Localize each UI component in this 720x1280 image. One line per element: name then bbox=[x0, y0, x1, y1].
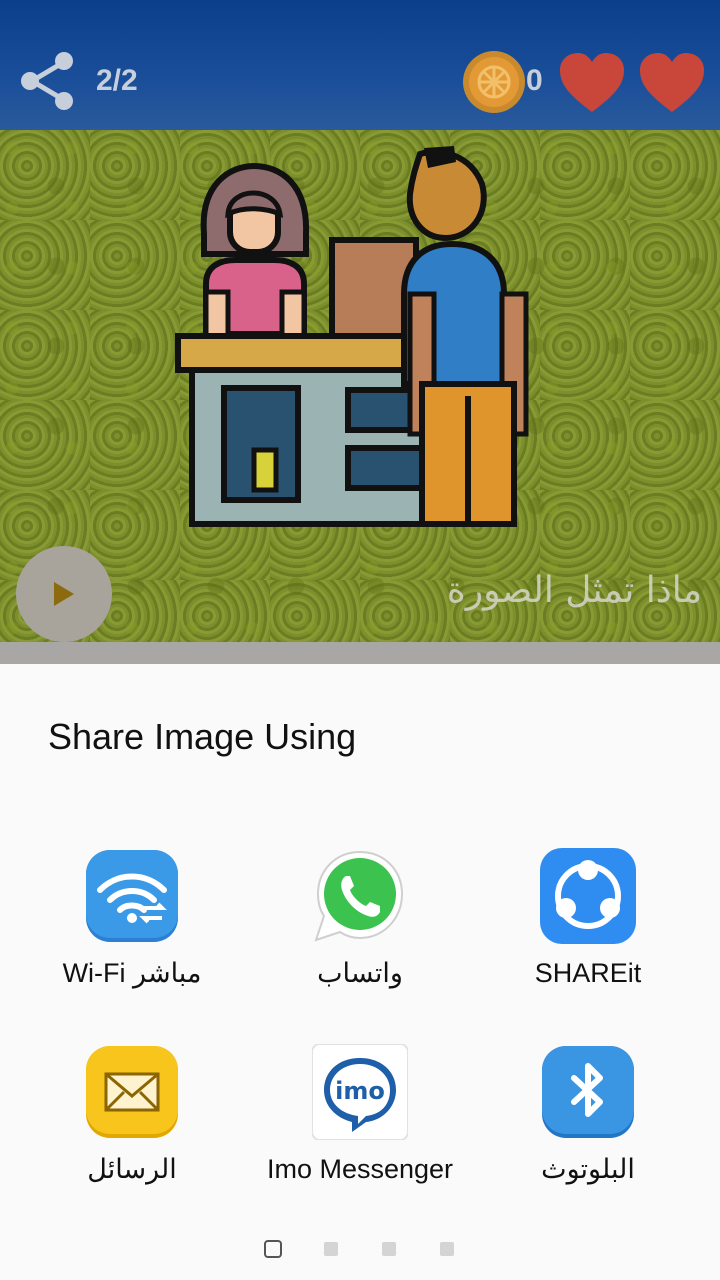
pager-dot[interactable] bbox=[440, 1242, 454, 1256]
heart-icon bbox=[558, 52, 626, 114]
share-app-imo[interactable]: imo Imo Messenger bbox=[240, 1043, 480, 1224]
top-bar: 2/2 0 bbox=[0, 0, 720, 130]
page-counter: 2/2 bbox=[96, 64, 138, 97]
image-caption: ماذا تمثل الصورة bbox=[446, 570, 702, 611]
share-app-label: واتساب bbox=[317, 958, 403, 988]
reception-illustration bbox=[175, 146, 529, 527]
pager-dot-active[interactable] bbox=[264, 1240, 282, 1258]
bluetooth-icon bbox=[540, 1044, 636, 1140]
whatsapp-icon bbox=[312, 848, 408, 944]
pager-dot[interactable] bbox=[324, 1242, 338, 1256]
share-app-label: Imo Messenger bbox=[266, 1154, 454, 1184]
share-icon[interactable] bbox=[18, 50, 78, 112]
heart-icon bbox=[638, 52, 706, 114]
imo-icon: imo bbox=[311, 1043, 409, 1141]
share-app-label: الرسائل bbox=[87, 1154, 177, 1184]
pager-indicator bbox=[0, 1240, 720, 1262]
messages-icon bbox=[84, 1044, 180, 1140]
share-app-label: البلوتوث bbox=[541, 1154, 635, 1184]
share-app-messages[interactable]: الرسائل bbox=[12, 1044, 252, 1224]
coin-icon bbox=[462, 50, 526, 114]
divider bbox=[0, 642, 720, 664]
coin-count: 0 bbox=[526, 64, 543, 97]
play-icon bbox=[54, 582, 74, 606]
share-app-label: Wi-Fi مباشر bbox=[62, 958, 202, 988]
share-app-wifi-direct[interactable]: Wi-Fi مباشر bbox=[12, 848, 252, 1028]
play-button[interactable] bbox=[16, 546, 112, 642]
share-app-label: SHAREit bbox=[534, 958, 642, 988]
puzzle-image: ماذا تمثل الصورة bbox=[0, 130, 720, 642]
share-sheet-title: Share Image Using bbox=[48, 716, 357, 757]
share-sheet: Share Image Using Wi-Fi مباشر واتساب SHA… bbox=[0, 664, 720, 1280]
shareit-icon bbox=[540, 848, 636, 944]
share-app-bluetooth[interactable]: البلوتوث bbox=[468, 1044, 708, 1224]
share-app-shareit[interactable]: SHAREit bbox=[468, 848, 708, 1028]
wifi-direct-icon bbox=[84, 848, 180, 944]
svg-text:imo: imo bbox=[335, 1077, 385, 1105]
pager-dot[interactable] bbox=[382, 1242, 396, 1256]
share-app-whatsapp[interactable]: واتساب bbox=[240, 848, 480, 1028]
